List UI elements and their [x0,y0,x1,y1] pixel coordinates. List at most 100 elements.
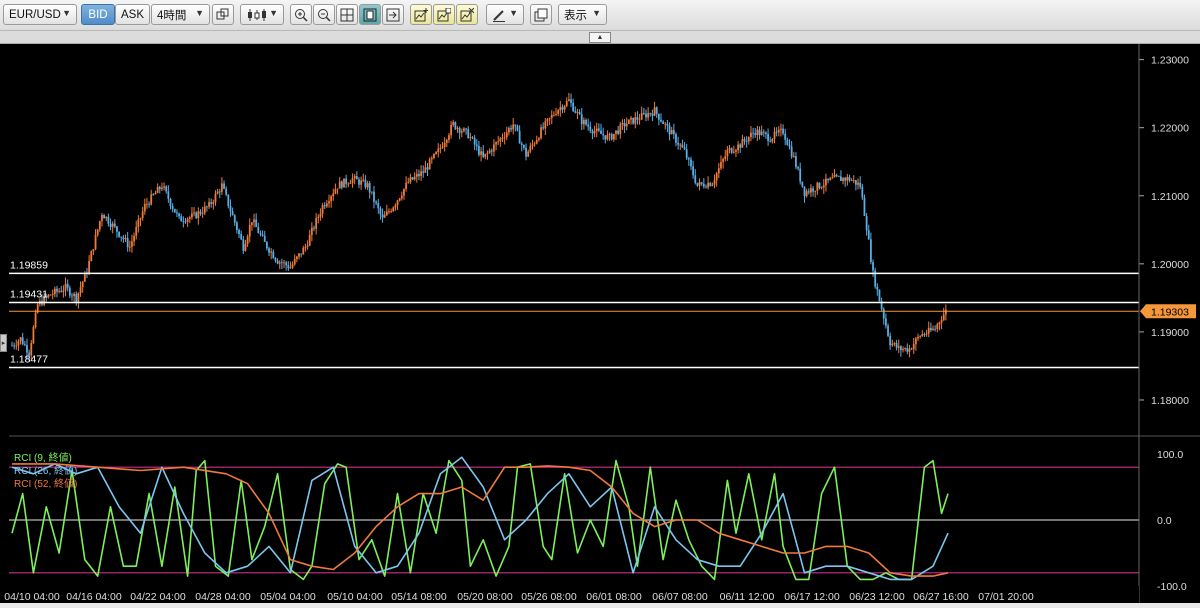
candle-body [263,235,266,242]
candle-body [735,150,737,152]
zoom-out-button[interactable] [313,4,335,25]
indicator-remove-button[interactable] [456,4,478,25]
candle-body [694,175,697,183]
candle-body [696,182,699,186]
candle-body [518,130,521,144]
candle-body [17,341,20,346]
candle-body [478,145,480,155]
candle-body [285,262,288,266]
candle-body [456,128,459,129]
candle-body [540,127,542,139]
candle-body [458,128,461,133]
candle-body [103,214,106,219]
candle-body [199,211,202,214]
rci-tick-label: 0.0 [1157,515,1172,527]
candle-body [942,314,945,321]
candle-body [206,206,208,208]
candle-body [116,226,118,232]
candle-body [647,113,650,118]
candle-body [323,205,326,207]
candle-body [400,195,403,199]
candle-body [767,133,769,141]
price-axis: 1.23000 1.22000 1.21000 1.20000 1.19000 1.180… [1139,55,1189,407]
candle-body [869,239,872,263]
candle-body [411,177,414,180]
candle-body [758,129,761,136]
candle-body [428,159,431,170]
price-tick-label: 1.21000 [1151,191,1189,203]
fit-screen-button[interactable] [359,4,381,25]
candle-body [178,213,180,217]
symbol-select[interactable]: EUR/USD ▼ [3,4,77,25]
scroll-end-button[interactable] [382,4,404,25]
candle-body [852,180,855,181]
candle-body [227,194,230,207]
bid-button[interactable]: BID [81,4,115,25]
candle-body [308,234,311,246]
candle-body [675,134,677,143]
candle-body [49,294,52,296]
fit-screen-icon [363,8,377,21]
candle-body [248,224,251,237]
candle-body [574,111,577,113]
candle-body [75,293,78,302]
window-button[interactable] [530,4,552,25]
zoom-in-button[interactable] [290,4,312,25]
crosshair-button[interactable] [336,4,358,25]
candle-body [463,128,465,132]
candle-body [679,144,682,146]
candle-body [210,202,213,204]
candle-body [565,100,568,106]
compare-button[interactable] [212,4,234,25]
candle-body [351,178,354,184]
candle-body [508,128,510,133]
candle-body [745,140,748,142]
candle-body [471,137,474,139]
chart-type-select[interactable]: ▼ [240,4,284,25]
draw-tool-select[interactable]: ▼ [486,4,524,25]
candle-body [747,137,750,142]
candle-body [559,107,562,111]
candle-body [362,179,365,181]
candle-body [816,182,819,191]
indicator-edit-button[interactable] [433,4,455,25]
candle-body [807,191,810,193]
collapse-button[interactable]: ▲ [589,32,611,43]
candle-body [501,138,504,139]
candle-body [280,262,283,264]
candle-body [604,135,607,140]
candle-body [623,122,626,127]
candle-body [60,290,63,292]
candle-body [452,122,455,125]
candle-body [876,286,879,290]
candle-body [904,347,907,349]
candle-body [739,144,742,148]
ask-button[interactable]: ASK [115,4,150,25]
candle-body [405,182,408,189]
candle-body [865,215,868,231]
price-tick-label: 1.23000 [1151,55,1189,67]
view-menu[interactable]: 表示 ▼ [558,4,607,25]
candle-body [79,287,82,293]
candle-body [319,213,322,217]
candle-body [608,134,611,135]
candle-body [681,144,684,148]
candle-body [831,177,834,179]
indicator-add-icon [414,7,428,21]
chart-area[interactable]: 1.19859 1.19431 1.18477 1.23000 1.22000 1.21… [0,44,1200,603]
candle-body [523,144,525,148]
time-axis: 04/10 04:00 04/16 04:00 04/22 04:00 04/28 0… [4,586,1139,603]
candle-body [26,345,28,353]
candle-body [820,187,823,189]
indicator-add-button[interactable] [410,4,432,25]
candle-body [467,129,470,139]
candle-body [313,227,315,229]
candle-body [321,205,324,214]
candle-body [150,194,153,205]
candle-body [475,144,478,146]
side-panel-handle[interactable]: ▸ [0,334,7,352]
timeframe-select[interactable]: 4時間 ▼ [151,4,210,25]
candle-body [413,176,416,180]
candle-body [325,203,328,207]
candle-body [368,183,371,193]
